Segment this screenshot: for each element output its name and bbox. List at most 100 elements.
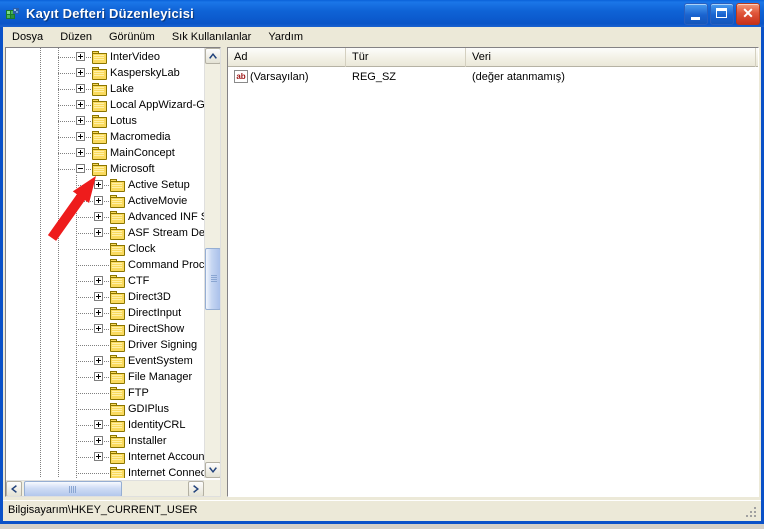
scroll-thumb-vertical[interactable]: [205, 248, 220, 310]
folder-icon: [110, 243, 126, 256]
close-button[interactable]: ✕: [736, 2, 760, 25]
tree-item[interactable]: Macromedia: [6, 129, 204, 145]
menu-item-dosya[interactable]: Dosya: [4, 29, 51, 46]
tree-item[interactable]: File Manager: [6, 369, 204, 385]
tree-connector: [76, 457, 109, 458]
maximize-button[interactable]: [710, 2, 734, 25]
tree-item[interactable]: Command Proce: [6, 257, 204, 273]
expand-plus-icon[interactable]: [94, 308, 103, 317]
folder-icon: [110, 259, 126, 272]
folder-icon: [92, 147, 108, 160]
tree-item-label: InterVideo: [110, 51, 160, 63]
expand-plus-icon[interactable]: [76, 132, 85, 141]
string-value-icon: ab: [234, 70, 248, 83]
folder-icon: [110, 195, 126, 208]
tree-item[interactable]: Internet Connec: [6, 465, 204, 478]
tree-connector: [76, 329, 109, 330]
column-header-ad[interactable]: Ad: [228, 48, 346, 67]
registry-tree[interactable]: InterVideo KasperskyLab Lake Local AppWizar…: [6, 48, 204, 478]
tree-item[interactable]: Clock: [6, 241, 204, 257]
tree-item[interactable]: Advanced INF S: [6, 209, 204, 225]
tree-item[interactable]: ActiveMovie: [6, 193, 204, 209]
scroll-down-button[interactable]: [205, 462, 220, 478]
tree-connector: [76, 217, 109, 218]
tree-item-label: DirectInput: [128, 307, 182, 319]
tree-item[interactable]: Lake: [6, 81, 204, 97]
folder-icon: [92, 163, 108, 176]
tree-item[interactable]: CTF: [6, 273, 204, 289]
expand-plus-icon[interactable]: [94, 372, 103, 381]
title-bar: Kayıt Defteri Düzenleyicisi ✕: [0, 0, 764, 27]
expand-plus-icon[interactable]: [94, 292, 103, 301]
expand-plus-icon[interactable]: [76, 68, 85, 77]
menu-item-gorunum[interactable]: Görünüm: [101, 29, 163, 46]
minimize-button[interactable]: [684, 2, 708, 25]
tree-item-label: Installer: [128, 435, 167, 447]
menu-item-duzen[interactable]: Düzen: [52, 29, 100, 46]
expand-plus-icon[interactable]: [94, 356, 103, 365]
tree-item[interactable]: IdentityCRL: [6, 417, 204, 433]
expand-plus-icon[interactable]: [94, 452, 103, 461]
scroll-up-button[interactable]: [205, 48, 220, 64]
tree-item[interactable]: Internet Accoun: [6, 449, 204, 465]
tree-connector: [76, 233, 109, 234]
scroll-left-button[interactable]: [6, 481, 22, 496]
column-header-veri[interactable]: Veri: [466, 48, 756, 67]
tree-connector: [76, 297, 109, 298]
tree-item[interactable]: GDIPlus: [6, 401, 204, 417]
tree-item[interactable]: ASF Stream Des: [6, 225, 204, 241]
expand-plus-icon[interactable]: [94, 436, 103, 445]
expand-plus-icon[interactable]: [76, 52, 85, 61]
tree-item[interactable]: Active Setup: [6, 177, 204, 193]
list-header[interactable]: Ad Tür Veri: [228, 48, 758, 67]
tree-item[interactable]: Direct3D: [6, 289, 204, 305]
tree-item[interactable]: Microsoft: [6, 161, 204, 177]
table-row[interactable]: ab (Varsayılan) REG_SZ (değer atanmamış): [228, 68, 758, 86]
folder-icon: [110, 403, 126, 416]
expand-plus-icon[interactable]: [94, 212, 103, 221]
tree-item[interactable]: MainConcept: [6, 145, 204, 161]
tree-item[interactable]: KasperskyLab: [6, 65, 204, 81]
column-header-tur[interactable]: Tür: [346, 48, 466, 67]
minimize-icon: [691, 16, 700, 20]
menu-item-sik-kullanilanlar[interactable]: Sık Kullanılanlar: [164, 29, 260, 46]
expand-plus-icon[interactable]: [94, 196, 103, 205]
status-bar-divider: [3, 500, 761, 501]
expand-plus-icon[interactable]: [94, 228, 103, 237]
tree-item[interactable]: DirectShow: [6, 321, 204, 337]
menu-item-yardim[interactable]: Yardım: [260, 29, 311, 46]
tree-item[interactable]: Lotus: [6, 113, 204, 129]
tree-item[interactable]: DirectInput: [6, 305, 204, 321]
tree-item-label: Internet Connec: [128, 467, 204, 478]
tree-item[interactable]: FTP: [6, 385, 204, 401]
scroll-thumb-horizontal[interactable]: [24, 481, 122, 496]
tree-connector: [58, 105, 91, 106]
tree-item-label: Local AppWizard-Ge: [110, 99, 204, 111]
tree-item[interactable]: EventSystem: [6, 353, 204, 369]
folder-icon: [110, 435, 126, 448]
tree-item[interactable]: Driver Signing: [6, 337, 204, 353]
expand-plus-icon[interactable]: [76, 84, 85, 93]
tree-connector: [76, 441, 109, 442]
tree-item[interactable]: InterVideo: [6, 49, 204, 65]
expand-plus-icon[interactable]: [94, 420, 103, 429]
expand-plus-icon[interactable]: [76, 100, 85, 109]
expand-plus-icon[interactable]: [94, 324, 103, 333]
close-icon: ✕: [742, 4, 754, 21]
folder-icon: [110, 419, 126, 432]
expand-plus-icon[interactable]: [94, 180, 103, 189]
collapse-minus-icon[interactable]: [76, 164, 85, 173]
resize-grip-icon[interactable]: [746, 507, 758, 519]
tree-vertical-scrollbar[interactable]: [204, 48, 220, 478]
tree-item-label: Lake: [110, 83, 134, 95]
scroll-right-button[interactable]: [188, 481, 204, 496]
registry-values-pane: Ad Tür Veri ab (Varsayılan) REG_SZ (değer ata…: [227, 47, 759, 497]
tree-horizontal-scrollbar[interactable]: [6, 480, 204, 496]
folder-icon: [110, 275, 126, 288]
expand-plus-icon[interactable]: [76, 116, 85, 125]
tree-item-label: Lotus: [110, 115, 137, 127]
expand-plus-icon[interactable]: [94, 276, 103, 285]
tree-item[interactable]: Local AppWizard-Ge: [6, 97, 204, 113]
expand-plus-icon[interactable]: [76, 148, 85, 157]
tree-item[interactable]: Installer: [6, 433, 204, 449]
